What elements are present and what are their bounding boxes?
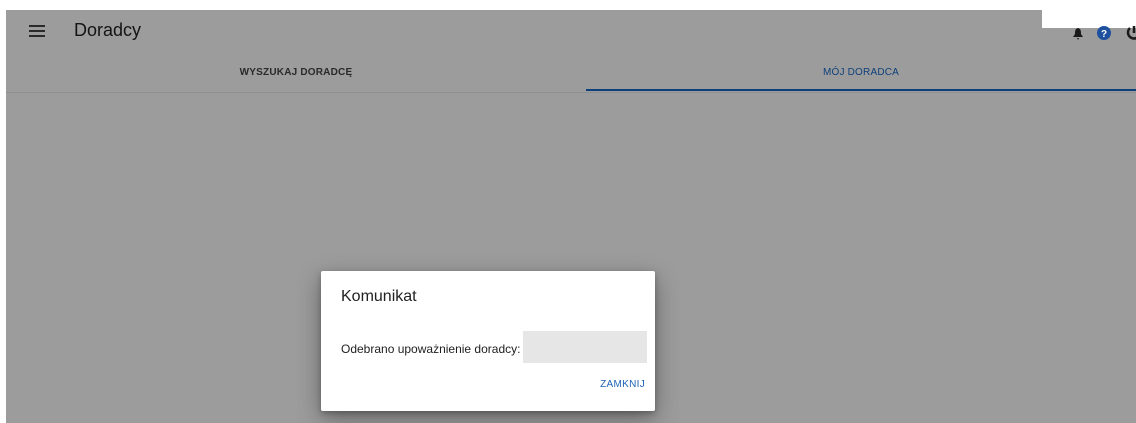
message-dialog: Komunikat Odebrano upoważnienie doradcy:… [321, 271, 655, 411]
advisor-authorization-field[interactable] [523, 331, 647, 363]
dialog-message: Odebrano upoważnienie doradcy: [341, 342, 521, 356]
help-icon[interactable]: ? [1097, 26, 1111, 40]
screen: Doradcy WYSZUKAJ DORADCĘ MÓJ DORADCA ? K… [0, 0, 1136, 423]
power-icon[interactable] [1126, 25, 1136, 41]
top-icons-area [1042, 0, 1136, 28]
svg-text:?: ? [1101, 29, 1107, 40]
dialog-title: Komunikat [341, 288, 417, 305]
close-button[interactable]: ZAMKNIJ [600, 379, 645, 390]
bell-icon[interactable] [1073, 27, 1083, 40]
